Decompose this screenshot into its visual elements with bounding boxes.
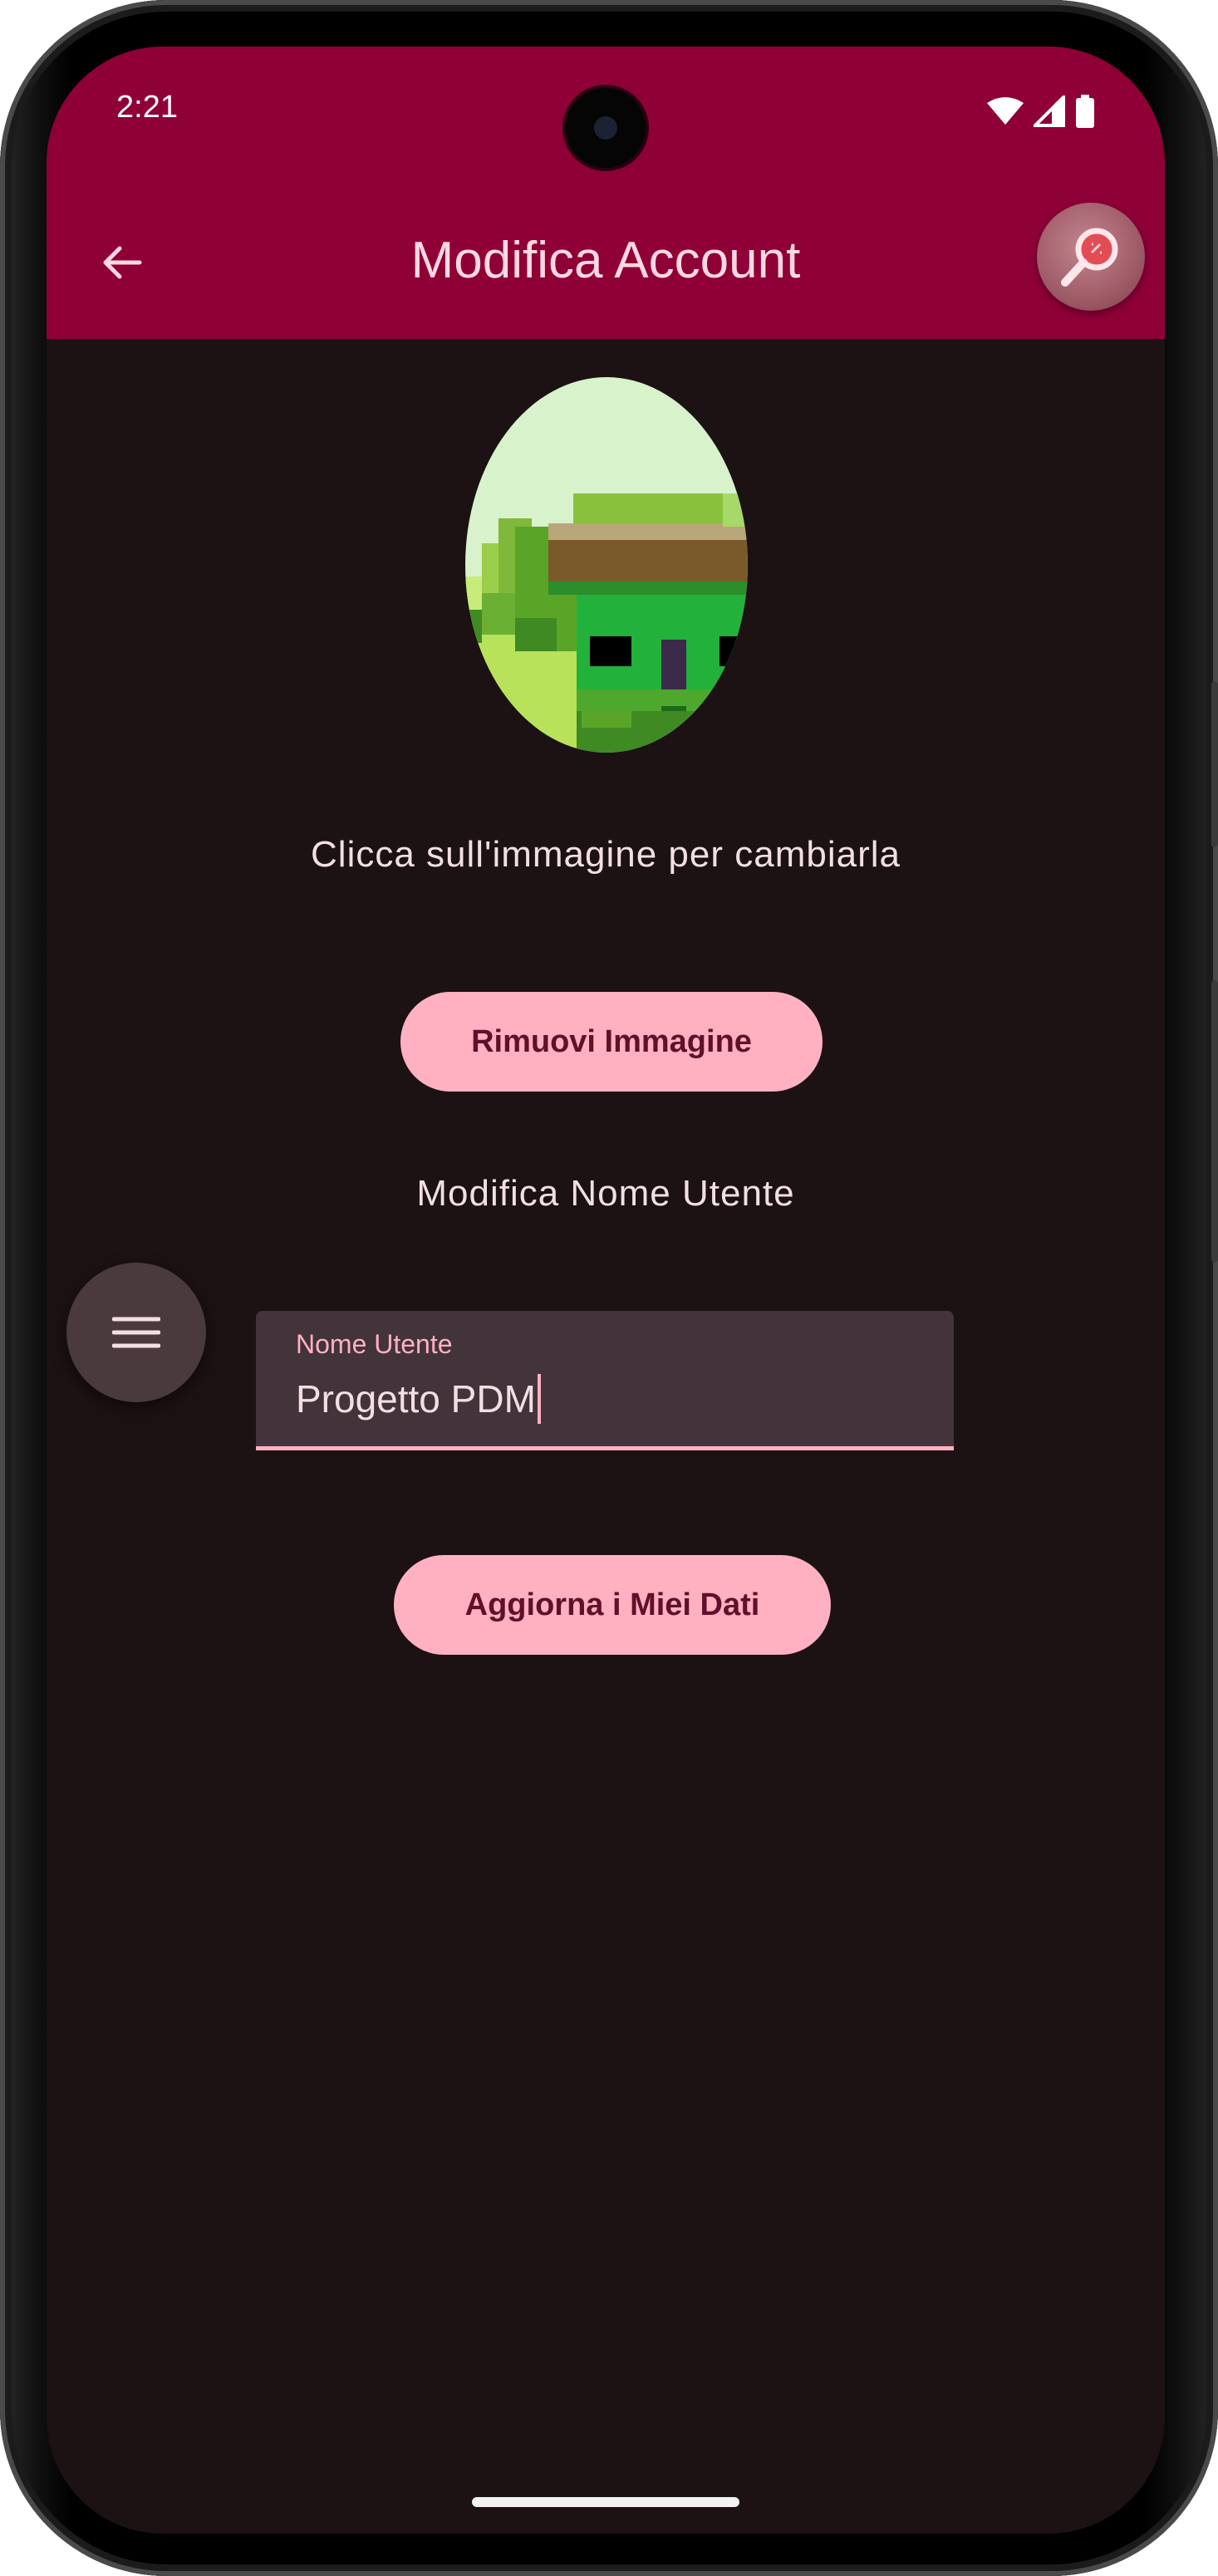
image-hint-text: Clicca sull'immagine per cambiarla xyxy=(311,834,901,875)
username-field-label: Nome Utente xyxy=(296,1329,453,1359)
front-camera xyxy=(566,88,646,168)
menu-icon xyxy=(112,1317,160,1348)
status-time: 2:21 xyxy=(116,90,178,125)
volume-button xyxy=(1211,980,1218,1263)
username-field[interactable]: Nome Utente Progetto PDM xyxy=(256,1311,954,1450)
home-indicator[interactable] xyxy=(472,2497,739,2507)
pixel-art-image xyxy=(465,377,748,753)
page-title: Modifica Account xyxy=(410,232,801,289)
update-data-button[interactable]: Aggiorna i Miei Dati xyxy=(394,1555,831,1655)
username-heading: Modifica Nome Utente xyxy=(416,1173,795,1214)
search-button[interactable] xyxy=(1037,203,1145,311)
search-icon xyxy=(1061,228,1118,287)
screen: 2:21 Modifica Account Clicca sull'immagi… xyxy=(47,47,1165,2534)
signal-icon xyxy=(1031,93,1065,131)
text-caret xyxy=(537,1374,541,1424)
battery-icon xyxy=(1075,95,1095,132)
power-button xyxy=(1211,681,1218,847)
profile-image[interactable] xyxy=(465,377,748,753)
menu-fab[interactable] xyxy=(66,1263,206,1402)
phone-frame: 2:21 Modifica Account Clicca sull'immagi… xyxy=(0,0,1218,2576)
wifi-icon xyxy=(987,96,1024,130)
remove-image-button[interactable]: Rimuovi Immagine xyxy=(400,992,823,1092)
app-bar: 2:21 Modifica Account xyxy=(47,47,1165,339)
username-value: Progetto PDM xyxy=(296,1377,536,1420)
status-icons xyxy=(987,93,1095,132)
username-input[interactable]: Progetto PDM xyxy=(296,1374,541,1424)
